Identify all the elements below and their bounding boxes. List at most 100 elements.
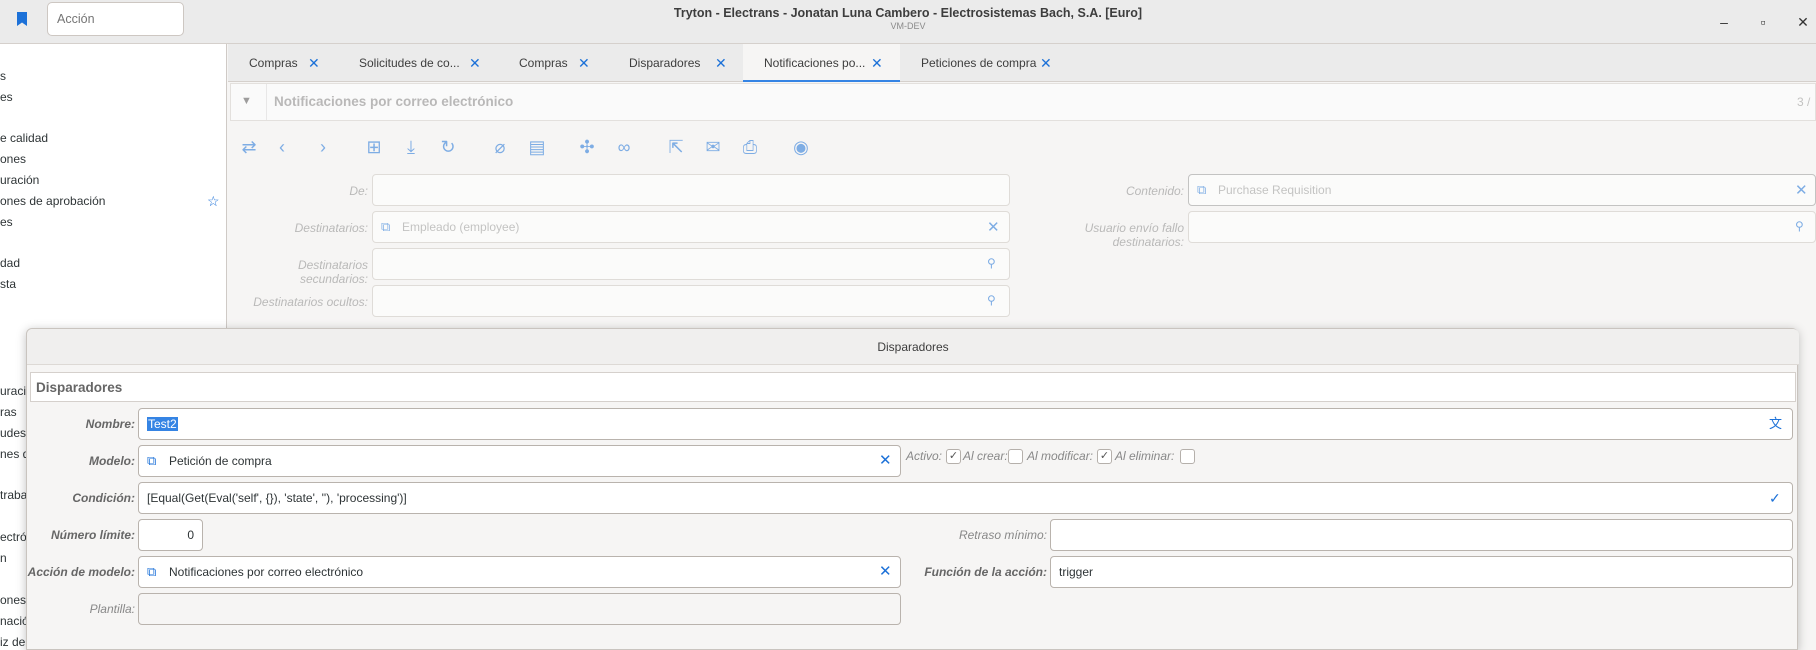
sidebar-item[interactable]: dad — [0, 256, 20, 270]
chevron-down-icon[interactable]: ▼ — [241, 95, 252, 107]
plantilla-input[interactable] — [138, 593, 901, 625]
al-modificar-checkbox[interactable]: ✓ — [1097, 449, 1112, 464]
modelo-field[interactable]: ⧉ Petición de compra ✕ — [138, 445, 901, 477]
activo-checkbox[interactable]: ✓ — [946, 449, 961, 464]
tab-disparadores[interactable]: Disparadores ✕ — [608, 44, 743, 82]
action-icon[interactable]: ✣ — [575, 135, 599, 159]
secundarios-field[interactable]: ⚲ — [372, 248, 1010, 280]
sidebar-item[interactable]: uración — [0, 173, 39, 187]
save-icon[interactable]: ⤓ — [399, 135, 423, 159]
sidebar-item[interactable]: ectró — [0, 530, 27, 544]
retraso-input[interactable] — [1050, 519, 1793, 551]
tab-peticiones[interactable]: Peticiones de compra ✕ — [900, 44, 1070, 82]
search-icon[interactable]: ⚲ — [987, 256, 996, 270]
funcion-value: trigger — [1059, 565, 1094, 579]
al-eliminar-checkbox[interactable] — [1180, 449, 1195, 464]
disparadores-dialog: Disparadores Disparadores Nombre: Test2 … — [26, 328, 1799, 650]
close-tab-icon[interactable]: ✕ — [578, 44, 590, 82]
sidebar-item[interactable]: e calidad — [0, 131, 48, 145]
usuario-fallo-field[interactable]: ⚲ — [1188, 211, 1816, 243]
form-title: Notificaciones por correo electrónico — [274, 94, 514, 109]
label-contenido: Contenido: — [1125, 184, 1184, 198]
attachment-icon[interactable]: ⌀ — [488, 135, 512, 159]
accion-modelo-field[interactable]: ⧉ Notificaciones por correo electrónico … — [138, 556, 901, 588]
destinatarios-value: Empleado (employee) — [402, 220, 520, 234]
ocultos-field[interactable]: ⚲ — [372, 285, 1010, 317]
label-al-modificar: Al modificar: — [1027, 449, 1094, 463]
clear-icon[interactable]: ✕ — [987, 218, 1000, 236]
check-icon[interactable]: ✓ — [1769, 483, 1781, 513]
label-al-crear: Al crear: — [963, 449, 1008, 463]
reload-icon[interactable]: ↻ — [436, 135, 460, 159]
section-title: Disparadores — [36, 380, 123, 395]
close-window-button[interactable]: ✕ — [1793, 12, 1813, 32]
label-de: De: — [349, 184, 368, 198]
sidebar-item[interactable]: es — [0, 90, 13, 104]
open-external-icon[interactable]: ⇱ — [664, 135, 688, 159]
clear-icon[interactable]: ✕ — [879, 557, 892, 587]
numero-limite-value: 0 — [187, 528, 194, 542]
email-icon[interactable]: ✉ — [701, 135, 725, 159]
translate-icon[interactable]: 文 — [1769, 409, 1782, 439]
close-tab-icon[interactable]: ✕ — [1040, 44, 1052, 82]
close-tab-icon[interactable]: ✕ — [469, 44, 481, 82]
numero-limite-input[interactable]: 0 — [138, 519, 203, 551]
nombre-input[interactable]: Test2 文 — [138, 408, 1793, 440]
sidebar-item[interactable]: ras — [0, 405, 17, 419]
label-al-eliminar: Al eliminar: — [1115, 449, 1175, 463]
tab-notificaciones[interactable]: Notificaciones po... ✕ — [743, 44, 900, 82]
label-usuario-fallo: Usuario envío fallo destinatarios: — [1084, 221, 1184, 249]
next-icon[interactable]: › — [311, 135, 335, 159]
sidebar-item[interactable]: nes d — [0, 447, 29, 461]
tab-label: Disparadores — [629, 56, 701, 70]
condicion-input[interactable]: [Equal(Get(Eval('self', {}), 'state', ''… — [138, 482, 1793, 514]
minimize-button[interactable]: – — [1714, 12, 1734, 32]
de-field[interactable] — [372, 174, 1010, 206]
clear-icon[interactable]: ✕ — [879, 446, 892, 476]
open-link-icon[interactable]: ⧉ — [381, 219, 390, 235]
label-activo: Activo: — [906, 449, 943, 463]
previous-icon[interactable]: ‹ — [270, 135, 294, 159]
link-icon[interactable]: ∞ — [612, 135, 636, 159]
globe-icon[interactable]: ◉ — [789, 135, 813, 159]
label-numero-limite: Número límite: — [50, 528, 135, 542]
label-condicion: Condición: — [72, 491, 135, 505]
contenido-field[interactable]: ⧉ Purchase Requisition ✕ — [1188, 174, 1816, 206]
switch-view-icon[interactable]: ⇄ — [237, 135, 261, 159]
sidebar-item[interactable]: sta — [0, 277, 16, 291]
open-link-icon[interactable]: ⧉ — [147, 557, 156, 587]
tab-solicitudes[interactable]: Solicitudes de co... ✕ — [338, 44, 498, 82]
sidebar-item[interactable]: uraci — [0, 384, 26, 398]
sidebar-item[interactable]: traba — [0, 488, 27, 502]
maximize-button[interactable]: ▫ — [1753, 12, 1773, 32]
open-link-icon[interactable]: ⧉ — [1197, 182, 1206, 198]
note-icon[interactable]: ▤ — [525, 135, 549, 159]
close-tab-icon[interactable]: ✕ — [308, 44, 320, 82]
sidebar-item[interactable]: ones de aprobación — [0, 194, 105, 208]
funcion-input[interactable]: trigger — [1050, 556, 1793, 588]
destinatarios-field[interactable]: ⧉ Empleado (employee) ✕ — [372, 211, 1010, 243]
star-icon[interactable]: ☆ — [207, 193, 220, 210]
sidebar-item[interactable]: ones — [0, 152, 26, 166]
search-icon[interactable]: ⚲ — [987, 293, 996, 307]
sidebar-item[interactable]: n — [0, 551, 7, 565]
dialog-section-header: Disparadores — [30, 372, 1796, 402]
close-tab-icon[interactable]: ✕ — [715, 44, 727, 82]
contenido-value: Purchase Requisition — [1218, 183, 1332, 197]
open-link-icon[interactable]: ⧉ — [147, 446, 156, 476]
tab-compras-2[interactable]: Compras ✕ — [498, 44, 608, 82]
modelo-value: Petición de compra — [169, 454, 272, 468]
al-crear-checkbox[interactable] — [1008, 449, 1023, 464]
sidebar-item[interactable]: ones — [0, 593, 26, 607]
tab-label: Peticiones de compra — [921, 56, 1037, 70]
clear-icon[interactable]: ✕ — [1795, 181, 1808, 199]
tab-compras[interactable]: Compras ✕ — [228, 44, 338, 82]
close-tab-icon[interactable]: ✕ — [871, 44, 883, 82]
print-icon[interactable]: ⎙ — [738, 135, 762, 159]
label-secundarios: Destinatarios secundarios: — [297, 258, 368, 286]
sidebar-item[interactable]: es — [0, 215, 13, 229]
label-retraso: Retraso mínimo: — [958, 528, 1047, 542]
sidebar-item[interactable]: s — [0, 69, 6, 83]
search-icon[interactable]: ⚲ — [1795, 219, 1804, 233]
new-record-icon[interactable]: ⊞ — [362, 135, 386, 159]
